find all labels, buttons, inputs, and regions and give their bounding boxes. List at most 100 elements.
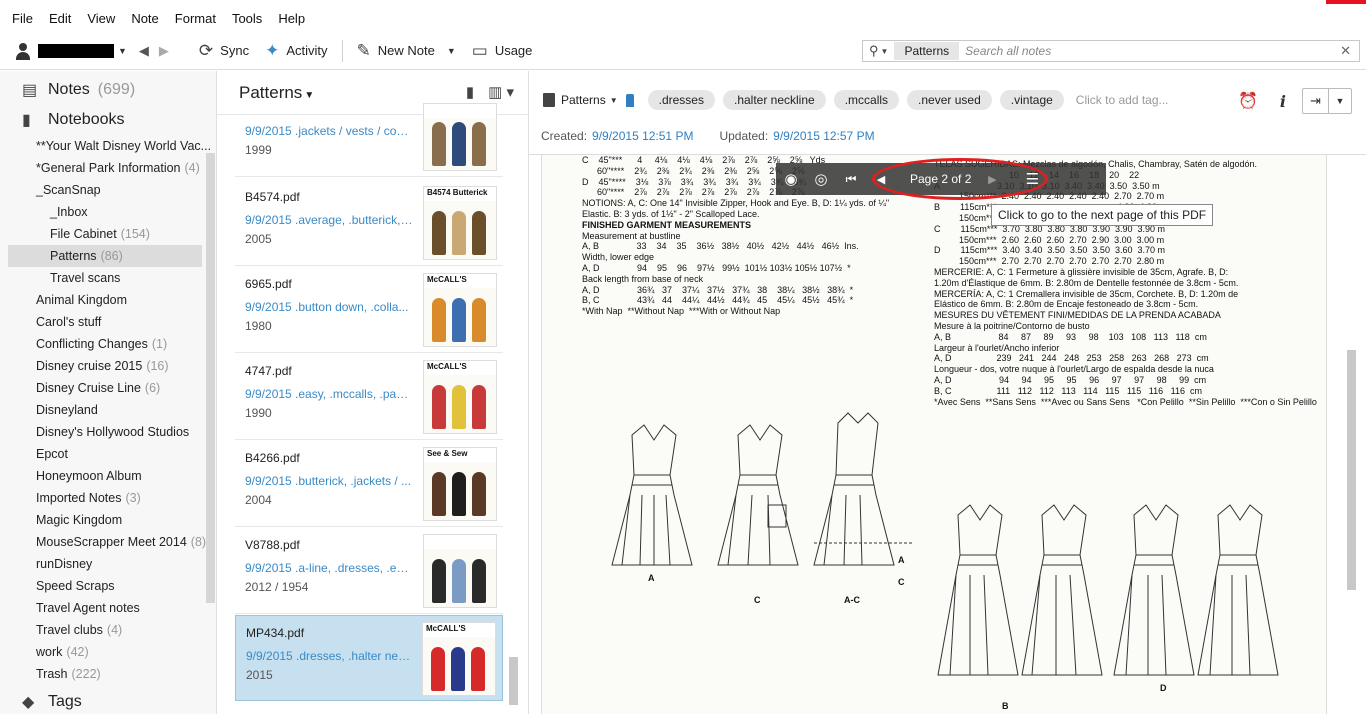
search-scope-tag[interactable]: Patterns [894,42,960,60]
chevron-down-icon[interactable]: ▼ [610,96,618,105]
sidebar-notebook-item[interactable]: Speed Scraps [0,575,216,597]
thumbnail-figure [452,122,466,166]
sidebar-item-notes[interactable]: ▤ Notes (699) [0,75,216,105]
back-arrow-icon[interactable]: ◀ [139,43,149,59]
sidebar-notebook-item[interactable]: _ScanSnap [0,179,216,201]
note-list-scrollbar[interactable] [509,657,518,705]
tag-chip[interactable]: .vintage [999,90,1064,110]
pdf-text-line: MESURES DU VÊTEMENT FINI/MEDIDAS DE LA P… [934,310,1221,321]
menu-edit[interactable]: Edit [41,11,79,26]
sidebar-notebook-item[interactable]: Disney Cruise Line (6) [0,377,216,399]
sidebar-notebook-item[interactable]: **Your Walt Disney World Vac... [0,135,216,157]
close-window-button[interactable] [1326,0,1366,4]
notebook-label: Disney Cruise Line [36,381,141,395]
sidebar-notebook-item[interactable]: *General Park Information (4) [0,157,216,179]
sidebar-notebook-item[interactable]: _Inbox [0,201,216,223]
chevron-down-icon[interactable]: ▼ [447,46,456,56]
note-card[interactable]: 9/9/2015 .jackets / vests / coa... 1999 [235,103,503,177]
updated-date[interactable]: 9/9/2015 12:57 PM [773,129,874,143]
menu-file[interactable]: File [4,11,41,26]
first-page-icon[interactable]: ⏮ [836,172,866,187]
sidebar-notebook-item[interactable]: Animal Kingdom [0,289,216,311]
new-note-button[interactable]: ✎ New Note ▼ [349,32,464,69]
notebook-label: Conflicting Changes [36,337,148,351]
notebook-label: Patterns [50,249,97,263]
share-button[interactable]: ⇥ ▼ [1302,88,1352,114]
note-card[interactable]: V8788.pdf 9/9/2015 .a-line, .dresses, .ea… [235,528,503,614]
sidebar-notebook-item[interactable]: Conflicting Changes (1) [0,333,216,355]
tag-chip[interactable]: .dresses [647,90,715,110]
sidebar-notebook-item[interactable]: Travel Agent notes [0,597,216,619]
menu-tools[interactable]: Tools [224,11,270,26]
sidebar-notebook-item[interactable]: Imported Notes (3) [0,487,216,509]
account-switcher[interactable]: ▼ [14,42,127,60]
sidebar-notebook-item[interactable]: File Cabinet (154) [0,223,216,245]
sidebar-notebook-item[interactable]: work (42) [0,641,216,663]
search-box[interactable]: ⚲ ▼ Patterns Search all notes ✕ [862,40,1360,62]
view-label: C [898,577,905,587]
chevron-down-icon[interactable]: ▼ [1329,89,1351,113]
menu-note[interactable]: Note [123,11,166,26]
menu-help[interactable]: Help [270,11,313,26]
tag-chip[interactable]: .mccalls [833,90,900,110]
notebook-label: *General Park Information [36,161,181,175]
sidebar-notebook-item[interactable]: Honeymoon Album [0,465,216,487]
chevron-down-icon[interactable]: ▼ [881,47,889,56]
sidebar-notebook-item[interactable]: Travel clubs (4) [0,619,216,641]
sidebar-notebook-item[interactable]: MouseScrapper Meet 2014 (8) [0,531,216,553]
activity-button[interactable]: ✦ Activity [257,32,335,69]
note-card[interactable]: 6965.pdf 9/9/2015 .button down, .colla...… [235,267,503,353]
tag-chip[interactable]: .halter neckline [722,90,826,110]
pattern-thumbnail [423,534,497,608]
sync-button[interactable]: ⟳ Sync [191,32,257,69]
sidebar-notebook-item[interactable]: runDisney [0,553,216,575]
tag-chip[interactable]: .never used [907,90,992,110]
sidebar-notebook-item[interactable]: Carol's stuff [0,311,216,333]
notebook-icon [543,93,555,107]
pdf-text-line: Back length from base of neck [582,273,704,284]
sidebar-notebook-item[interactable]: Travel scans [0,267,216,289]
sidebar-notebook-item[interactable]: Magic Kingdom [0,509,216,531]
pdf-text-line: *With Nap **Without Nap ***With or Witho… [582,306,781,317]
annotate-icon[interactable]: ◎ [806,170,836,188]
note-title: 4747.pdf [245,364,292,378]
usage-button[interactable]: ▭ Usage [464,32,541,69]
note-notebook-selector[interactable]: Patterns [561,93,606,107]
note-card[interactable]: B4266.pdf 9/9/2015 .butterick, .jackets /… [235,441,503,527]
menu-view[interactable]: View [79,11,123,26]
note-info-icon[interactable]: i [1280,92,1286,111]
note-card[interactable]: MP434.pdf 9/9/2015 .dresses, .halter neck… [235,615,503,701]
created-date[interactable]: 9/9/2015 12:51 PM [592,129,693,143]
note-card[interactable]: 4747.pdf 9/9/2015 .easy, .mccalls, .pant.… [235,354,503,440]
sidebar-scrollbar[interactable] [206,153,215,603]
notebook-info-icon[interactable]: ▮ [466,83,474,101]
sidebar-notebook-item[interactable]: Disneyland [0,399,216,421]
sidebar-notebook-item[interactable]: Patterns (86) [8,245,202,267]
view-options-icon[interactable]: ▥ ▾ [488,83,514,101]
sidebar-notebook-item[interactable]: Disney's Hollywood Studios [0,421,216,443]
pdf-text-line: Elástico de 6mm. B: 2.80m de Encaje fest… [934,299,1199,310]
thumbnail-figure [472,211,486,255]
forward-arrow-icon[interactable]: ▶ [159,43,169,59]
notebook-count: (16) [146,359,169,373]
menu-format[interactable]: Format [167,11,224,26]
note-card[interactable]: B4574.pdf 9/9/2015 .average, .butterick, … [235,180,503,266]
sidebar-notebook-item[interactable]: Disney cruise 2015 (16) [0,355,216,377]
thumbnail-figure [432,298,446,342]
highlight-oval [872,158,1048,200]
sidebar-notebook-item[interactable]: Epcot [0,443,216,465]
search-input[interactable]: Search all notes [965,44,1340,58]
note-list-title[interactable]: Patterns ▼ [239,83,314,103]
sidebar-item-tags[interactable]: ◆ Tags [0,687,82,714]
share-icon[interactable]: ⇥ [1303,89,1329,113]
sidebar-item-notebooks[interactable]: ▮ Notebooks [0,105,216,135]
pdf-viewer: C 45"*** 4 4⅛ 4⅛ 4⅛ 2⅞ 2⅞ 2⅝ 2⅝ Yds 60"*… [529,155,1366,714]
pdf-scrollbar[interactable] [1347,350,1356,590]
reminder-alarm-icon[interactable]: ⏰ [1238,91,1258,111]
add-tag-input[interactable]: Click to add tag... [1076,93,1169,107]
close-icon[interactable]: ✕ [1340,43,1351,59]
note-year: 1980 [245,319,272,333]
eye-icon[interactable]: ◉ [776,170,806,188]
search-icon[interactable]: ⚲ [869,43,879,59]
sidebar-notebook-item[interactable]: Trash (222) [0,663,216,685]
